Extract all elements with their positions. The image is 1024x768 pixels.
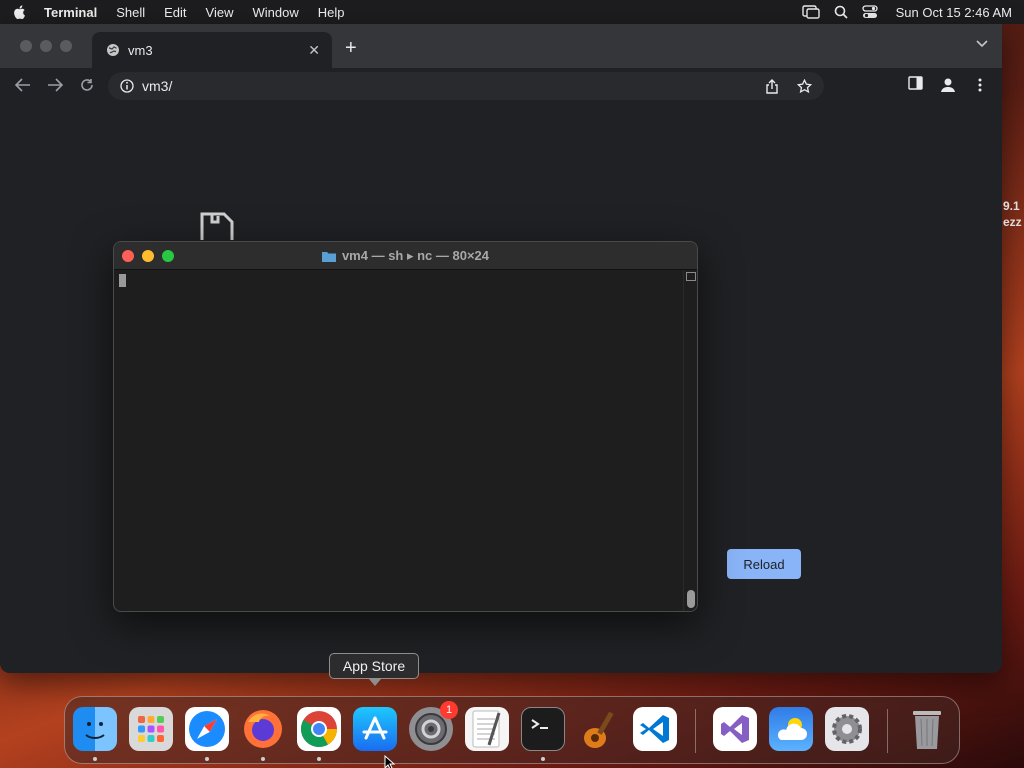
folder-icon [321,251,336,262]
dock-separator [887,709,888,753]
running-indicator [261,757,265,761]
star-icon[interactable] [797,78,812,94]
dock-weather-icon[interactable] [769,707,813,751]
peek-line-1: 9.1 [1003,199,1020,213]
profile-icon[interactable] [939,76,957,94]
running-indicator [541,757,545,761]
notification-badge: 1 [440,701,458,719]
mouse-pointer-icon [384,755,396,768]
running-indicator [205,757,209,761]
tab-strip: vm3 ✕ + [0,24,1002,68]
new-tab-button[interactable]: + [345,37,357,60]
dock: 1 [64,696,960,764]
broken-page-icon [200,212,234,240]
dock-textedit-icon[interactable] [465,707,509,751]
chevron-down-icon[interactable] [976,40,988,48]
arrow-right-icon [48,78,63,92]
terminal-close-button[interactable] [122,250,134,262]
terminal-titlebar[interactable]: vm4 — sh ▸ nc — 80×24 [114,242,697,270]
url-text[interactable]: vm3/ [142,78,172,94]
refresh-icon [81,79,93,91]
dock-chrome-icon[interactable] [297,707,341,751]
status-area: Sun Oct 15 2:46 AM [801,5,1012,20]
dock-finder-icon[interactable] [73,707,117,751]
dock-safari-icon[interactable] [185,707,229,751]
terminal-minimize-button[interactable] [142,250,154,262]
globe-icon [107,44,119,56]
info-icon[interactable] [120,79,134,93]
window-minimize-button[interactable] [40,40,52,52]
control-center-icon[interactable] [861,5,878,19]
dock-launchpad-icon[interactable] [129,707,173,751]
dock-utility-gear-icon[interactable] [825,707,869,751]
peek-line-2: ezz [1003,215,1022,229]
menu-shell[interactable]: Shell [116,5,145,20]
dock-app-store-icon[interactable] [353,707,397,751]
dock-terminal-icon[interactable] [521,707,565,751]
search-icon[interactable] [834,5,848,19]
screen-mirroring-icon[interactable] [801,5,820,19]
terminal-body[interactable] [114,270,683,611]
omnibox-actions [765,78,812,94]
window-close-button[interactable] [20,40,32,52]
address-bar[interactable]: vm3/ [108,72,824,100]
tab-close-icon[interactable]: ✕ [308,42,320,59]
terminal-scrollbar[interactable] [683,270,697,611]
dock-vscode-icon[interactable] [633,707,677,751]
arrow-left-icon [15,78,30,92]
reload-button[interactable]: Reload [727,549,801,579]
dock-system-settings-icon[interactable]: 1 [409,701,458,751]
menu-app-name[interactable]: Terminal [44,5,97,20]
scrollbar-thumb[interactable] [687,590,695,608]
tooltip-arrow [369,679,381,686]
terminal-zoom-button[interactable] [162,250,174,262]
dock-separator [695,709,696,753]
terminal-title: vm4 — sh ▸ nc — 80×24 [341,247,490,263]
share-icon[interactable] [765,78,779,94]
menu-edit[interactable]: Edit [164,5,186,20]
forward-button[interactable] [44,74,66,96]
back-button[interactable] [12,74,34,96]
menu-view[interactable]: View [206,5,234,20]
dock-tooltip: App Store [329,653,419,679]
window-zoom-button[interactable] [60,40,72,52]
tab-vm3[interactable]: vm3 ✕ [92,32,332,68]
side-panel-icon[interactable] [908,76,923,90]
browser-toolbar: vm3/ [0,68,1002,102]
offscreen-window-text: 9.1 ezz [1003,198,1022,230]
dock-garageband-icon[interactable] [577,707,621,751]
running-indicator [317,757,321,761]
tab-title: vm3 [128,42,153,58]
dock-firefox-icon[interactable] [241,707,285,751]
menu-window[interactable]: Window [253,5,299,20]
apple-icon[interactable] [12,4,28,20]
dock-trash-icon[interactable] [905,707,949,751]
text-cursor [119,274,126,287]
menu-help[interactable]: Help [318,5,345,20]
running-indicator [93,757,97,761]
more-menu-icon[interactable] [978,78,982,92]
refresh-button[interactable] [76,74,98,96]
menu-clock[interactable]: Sun Oct 15 2:46 AM [896,5,1012,20]
split-pane-icon[interactable] [686,272,696,281]
dock-visual-studio-icon[interactable] [713,707,757,751]
terminal-window: vm4 — sh ▸ nc — 80×24 [113,241,698,612]
menu-bar: Terminal Shell Edit View Window Help Sun… [0,0,1024,24]
